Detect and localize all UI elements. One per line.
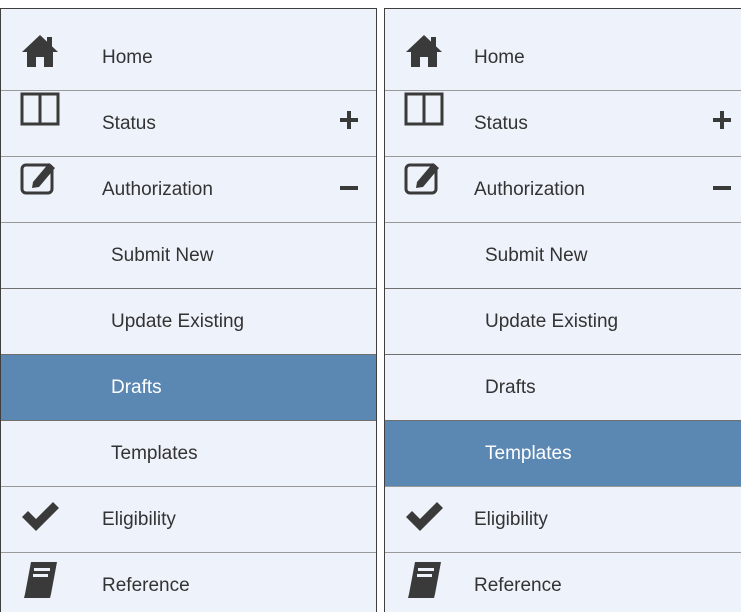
nav-item-label: Status	[102, 113, 156, 134]
nav-menu-right: Home Status Authorization Submit New Upd…	[384, 8, 741, 612]
home-icon	[403, 29, 445, 71]
nav-subitem-label: Templates	[485, 443, 572, 464]
nav-item-authorization[interactable]: Authorization	[1, 157, 376, 223]
nav-subitem-label: Drafts	[111, 377, 162, 398]
nav-subitem-label: Templates	[111, 443, 198, 464]
check-icon	[403, 497, 445, 539]
nav-item-label: Authorization	[102, 179, 213, 200]
nav-subitem-label: Submit New	[111, 245, 214, 266]
nav-item-label: Home	[474, 47, 525, 68]
book-icon	[19, 559, 61, 601]
nav-item-label: Reference	[102, 575, 190, 596]
collapse-minus-icon[interactable]	[711, 177, 733, 199]
nav-subitem-drafts[interactable]: Drafts	[1, 355, 376, 421]
nav-subitem-templates[interactable]: Templates	[1, 421, 376, 487]
nav-subitem-drafts[interactable]: Drafts	[385, 355, 741, 421]
nav-item-home[interactable]: Home	[1, 9, 376, 91]
nav-subitem-label: Update Existing	[111, 311, 245, 332]
nav-item-label: Reference	[474, 575, 562, 596]
nav-item-status[interactable]: Status	[385, 91, 741, 157]
check-icon	[19, 497, 61, 539]
nav-item-label: Home	[102, 47, 153, 68]
nav-item-eligibility[interactable]: Eligibility	[1, 487, 376, 553]
nav-item-reference[interactable]: Reference	[385, 553, 741, 612]
nav-subitem-submit-new[interactable]: Submit New	[385, 223, 741, 289]
nav-item-home[interactable]: Home	[385, 9, 741, 91]
nav-subitem-submit-new[interactable]: Submit New	[1, 223, 376, 289]
nav-item-reference[interactable]: Reference	[1, 553, 376, 612]
edit-icon	[403, 157, 445, 199]
nav-item-label: Authorization	[474, 179, 585, 200]
book-icon	[403, 559, 445, 601]
nav-item-label: Eligibility	[102, 509, 176, 530]
nav-item-label: Status	[474, 113, 528, 134]
columns-icon	[19, 91, 61, 133]
edit-icon	[19, 157, 61, 199]
expand-plus-icon[interactable]	[338, 109, 360, 131]
nav-subitem-label: Update Existing	[485, 311, 619, 332]
nav-item-eligibility[interactable]: Eligibility	[385, 487, 741, 553]
collapse-minus-icon[interactable]	[338, 177, 360, 199]
home-icon	[19, 29, 61, 71]
nav-menu-left: Home Status Authorization Submit New Upd…	[0, 8, 377, 612]
nav-subitem-label: Submit New	[485, 245, 588, 266]
nav-subitem-update-existing[interactable]: Update Existing	[385, 289, 741, 355]
nav-item-authorization[interactable]: Authorization	[385, 157, 741, 223]
nav-item-status[interactable]: Status	[1, 91, 376, 157]
expand-plus-icon[interactable]	[711, 109, 733, 131]
nav-subitem-label: Drafts	[485, 377, 536, 398]
nav-item-label: Eligibility	[474, 509, 548, 530]
nav-subitem-update-existing[interactable]: Update Existing	[1, 289, 376, 355]
nav-subitem-templates[interactable]: Templates	[385, 421, 741, 487]
columns-icon	[403, 91, 445, 133]
